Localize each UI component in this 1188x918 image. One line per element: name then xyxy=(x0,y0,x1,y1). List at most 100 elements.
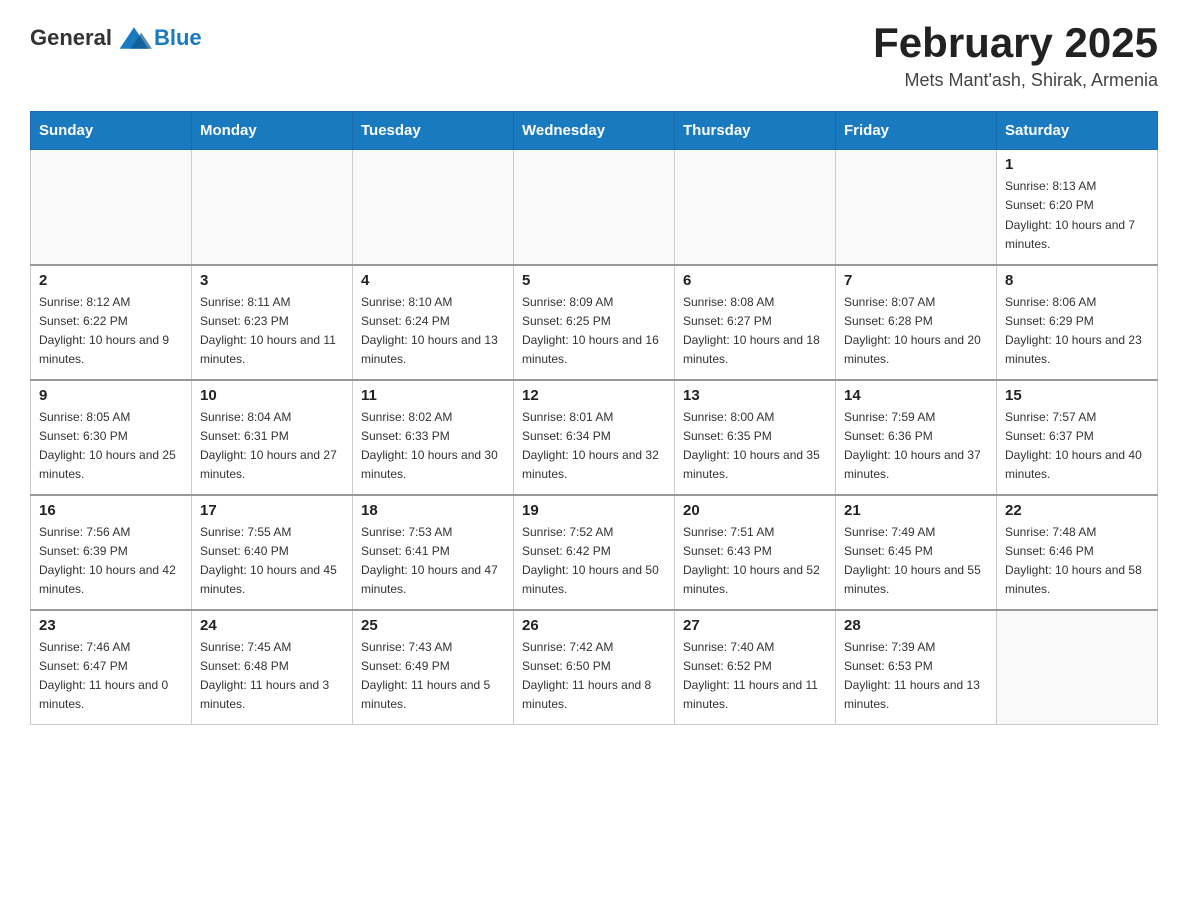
column-header-tuesday: Tuesday xyxy=(353,112,514,150)
day-number: 24 xyxy=(200,617,344,634)
day-cell: 9Sunrise: 8:05 AM Sunset: 6:30 PM Daylig… xyxy=(31,380,192,495)
day-info: Sunrise: 7:49 AM Sunset: 6:45 PM Dayligh… xyxy=(844,523,988,600)
day-info: Sunrise: 8:01 AM Sunset: 6:34 PM Dayligh… xyxy=(522,408,666,485)
day-number: 22 xyxy=(1005,502,1149,519)
day-number: 23 xyxy=(39,617,183,634)
day-number: 13 xyxy=(683,387,827,404)
day-cell: 4Sunrise: 8:10 AM Sunset: 6:24 PM Daylig… xyxy=(353,265,514,380)
column-header-sunday: Sunday xyxy=(31,112,192,150)
week-row-2: 2 Sunrise: 8:12 AM Sunset: 6:22 PM Daylig… xyxy=(31,265,1158,380)
calendar-header: SundayMondayTuesdayWednesdayThursdayFrid… xyxy=(31,112,1158,150)
logo: General Blue xyxy=(30,20,202,56)
day-cell: 15 Sunrise: 7:57 AM Sunset: 6:37 PM Dayli… xyxy=(997,380,1158,495)
day-cell: 25 Sunrise: 7:43 AM Sunset: 6:49 PM Dayli… xyxy=(353,610,514,725)
day-info: Sunrise: 7:42 AM Sunset: 6:50 PM Dayligh… xyxy=(522,638,666,715)
day-number: 10 xyxy=(200,387,344,404)
day-number: 6 xyxy=(683,272,827,289)
week-row-4: 16 Sunrise: 7:56 AM Sunset: 6:39 PM Dayli… xyxy=(31,495,1158,610)
day-info: Sunrise: 7:46 AM Sunset: 6:47 PM Dayligh… xyxy=(39,638,183,715)
day-number: 28 xyxy=(844,617,988,634)
day-info: Sunrise: 8:08 AM Sunset: 6:27 PM Dayligh… xyxy=(683,293,827,370)
day-info: Sunrise: 7:53 AM Sunset: 6:41 PM Dayligh… xyxy=(361,523,505,600)
calendar-body: 1Sunrise: 8:13 AM Sunset: 6:20 PM Daylig… xyxy=(31,150,1158,725)
day-cell: 7 Sunrise: 8:07 AM Sunset: 6:28 PM Daylig… xyxy=(836,265,997,380)
day-cell xyxy=(353,150,514,265)
logo-general-text: General xyxy=(30,25,112,51)
day-cell: 20 Sunrise: 7:51 AM Sunset: 6:43 PM Dayli… xyxy=(675,495,836,610)
day-info: Sunrise: 7:59 AM Sunset: 6:36 PM Dayligh… xyxy=(844,408,988,485)
day-info: Sunrise: 8:11 AM Sunset: 6:23 PM Dayligh… xyxy=(200,293,344,370)
day-number: 25 xyxy=(361,617,505,634)
header-row: SundayMondayTuesdayWednesdayThursdayFrid… xyxy=(31,112,1158,150)
day-cell xyxy=(192,150,353,265)
day-cell xyxy=(514,150,675,265)
day-number: 15 xyxy=(1005,387,1149,404)
day-number: 16 xyxy=(39,502,183,519)
day-info: Sunrise: 7:51 AM Sunset: 6:43 PM Dayligh… xyxy=(683,523,827,600)
day-info: Sunrise: 7:39 AM Sunset: 6:53 PM Dayligh… xyxy=(844,638,988,715)
column-header-saturday: Saturday xyxy=(997,112,1158,150)
day-cell: 26Sunrise: 7:42 AM Sunset: 6:50 PM Dayli… xyxy=(514,610,675,725)
day-cell: 8 Sunrise: 8:06 AM Sunset: 6:29 PM Daylig… xyxy=(997,265,1158,380)
day-cell: 18 Sunrise: 7:53 AM Sunset: 6:41 PM Dayli… xyxy=(353,495,514,610)
column-header-friday: Friday xyxy=(836,112,997,150)
calendar: SundayMondayTuesdayWednesdayThursdayFrid… xyxy=(30,111,1158,725)
day-cell: 6 Sunrise: 8:08 AM Sunset: 6:27 PM Daylig… xyxy=(675,265,836,380)
day-number: 18 xyxy=(361,502,505,519)
day-number: 27 xyxy=(683,617,827,634)
day-cell xyxy=(997,610,1158,725)
column-header-thursday: Thursday xyxy=(675,112,836,150)
day-cell: 21Sunrise: 7:49 AM Sunset: 6:45 PM Dayli… xyxy=(836,495,997,610)
day-info: Sunrise: 8:00 AM Sunset: 6:35 PM Dayligh… xyxy=(683,408,827,485)
day-number: 7 xyxy=(844,272,988,289)
day-number: 17 xyxy=(200,502,344,519)
day-number: 2 xyxy=(39,272,183,289)
day-cell: 27 Sunrise: 7:40 AM Sunset: 6:52 PM Dayli… xyxy=(675,610,836,725)
day-cell: 16 Sunrise: 7:56 AM Sunset: 6:39 PM Dayli… xyxy=(31,495,192,610)
day-info: Sunrise: 8:06 AM Sunset: 6:29 PM Dayligh… xyxy=(1005,293,1149,370)
day-number: 4 xyxy=(361,272,505,289)
day-info: Sunrise: 7:43 AM Sunset: 6:49 PM Dayligh… xyxy=(361,638,505,715)
day-number: 14 xyxy=(844,387,988,404)
day-number: 8 xyxy=(1005,272,1149,289)
week-row-5: 23 Sunrise: 7:46 AM Sunset: 6:47 PM Dayli… xyxy=(31,610,1158,725)
day-cell: 22Sunrise: 7:48 AM Sunset: 6:46 PM Dayli… xyxy=(997,495,1158,610)
title-block: February 2025 Mets Mant'ash, Shirak, Arm… xyxy=(873,20,1158,91)
day-cell: 13 Sunrise: 8:00 AM Sunset: 6:35 PM Dayli… xyxy=(675,380,836,495)
day-cell: 5 Sunrise: 8:09 AM Sunset: 6:25 PM Daylig… xyxy=(514,265,675,380)
day-info: Sunrise: 7:57 AM Sunset: 6:37 PM Dayligh… xyxy=(1005,408,1149,485)
day-cell: 1Sunrise: 8:13 AM Sunset: 6:20 PM Daylig… xyxy=(997,150,1158,265)
day-info: Sunrise: 7:45 AM Sunset: 6:48 PM Dayligh… xyxy=(200,638,344,715)
day-cell: 12 Sunrise: 8:01 AM Sunset: 6:34 PM Dayli… xyxy=(514,380,675,495)
main-title: February 2025 xyxy=(873,20,1158,66)
day-cell xyxy=(836,150,997,265)
day-number: 5 xyxy=(522,272,666,289)
day-info: Sunrise: 8:12 AM Sunset: 6:22 PM Dayligh… xyxy=(39,293,183,370)
column-header-monday: Monday xyxy=(192,112,353,150)
day-cell: 19Sunrise: 7:52 AM Sunset: 6:42 PM Dayli… xyxy=(514,495,675,610)
day-info: Sunrise: 7:55 AM Sunset: 6:40 PM Dayligh… xyxy=(200,523,344,600)
day-cell: 28 Sunrise: 7:39 AM Sunset: 6:53 PM Dayli… xyxy=(836,610,997,725)
day-info: Sunrise: 8:02 AM Sunset: 6:33 PM Dayligh… xyxy=(361,408,505,485)
day-cell: 11 Sunrise: 8:02 AM Sunset: 6:33 PM Dayli… xyxy=(353,380,514,495)
column-header-wednesday: Wednesday xyxy=(514,112,675,150)
day-info: Sunrise: 7:56 AM Sunset: 6:39 PM Dayligh… xyxy=(39,523,183,600)
day-info: Sunrise: 8:07 AM Sunset: 6:28 PM Dayligh… xyxy=(844,293,988,370)
day-info: Sunrise: 8:09 AM Sunset: 6:25 PM Dayligh… xyxy=(522,293,666,370)
day-cell: 3Sunrise: 8:11 AM Sunset: 6:23 PM Daylig… xyxy=(192,265,353,380)
subtitle: Mets Mant'ash, Shirak, Armenia xyxy=(873,70,1158,91)
logo-blue-text: Blue xyxy=(154,25,202,51)
week-row-3: 9Sunrise: 8:05 AM Sunset: 6:30 PM Daylig… xyxy=(31,380,1158,495)
day-cell: 10 Sunrise: 8:04 AM Sunset: 6:31 PM Dayli… xyxy=(192,380,353,495)
day-number: 20 xyxy=(683,502,827,519)
day-cell: 17 Sunrise: 7:55 AM Sunset: 6:40 PM Dayli… xyxy=(192,495,353,610)
day-info: Sunrise: 7:40 AM Sunset: 6:52 PM Dayligh… xyxy=(683,638,827,715)
day-info: Sunrise: 8:04 AM Sunset: 6:31 PM Dayligh… xyxy=(200,408,344,485)
day-cell: 14 Sunrise: 7:59 AM Sunset: 6:36 PM Dayli… xyxy=(836,380,997,495)
page-header: General Blue February 2025 Mets Mant'ash… xyxy=(30,20,1158,91)
day-cell xyxy=(675,150,836,265)
day-cell: 2 Sunrise: 8:12 AM Sunset: 6:22 PM Daylig… xyxy=(31,265,192,380)
day-number: 12 xyxy=(522,387,666,404)
day-number: 11 xyxy=(361,387,505,404)
day-number: 1 xyxy=(1005,156,1149,173)
